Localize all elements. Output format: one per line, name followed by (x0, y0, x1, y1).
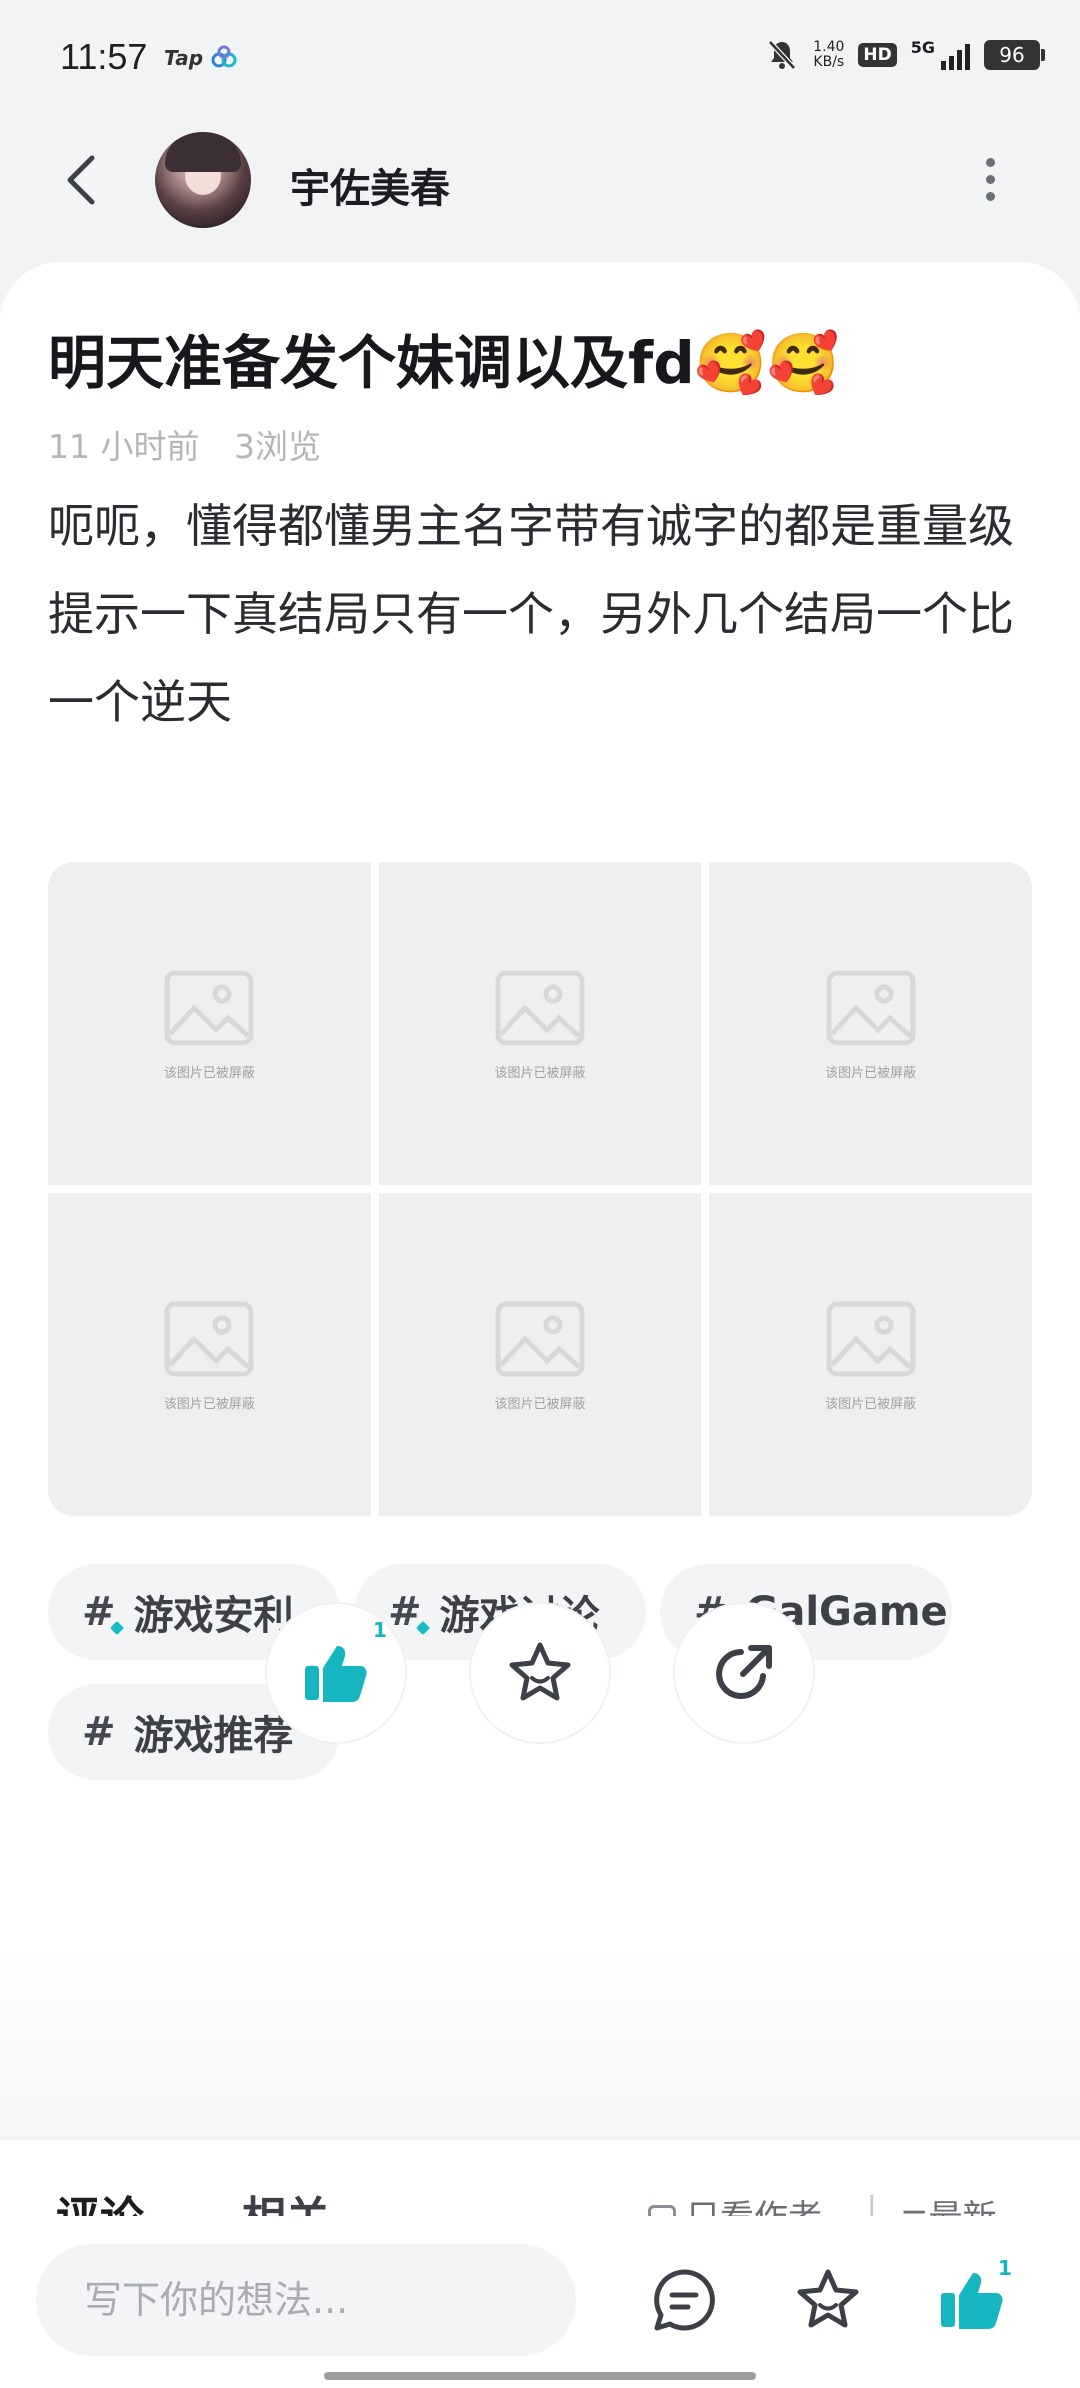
image-placeholder-icon (164, 970, 254, 1046)
bottom-like-button[interactable]: 1 (936, 2256, 1012, 2336)
like-button[interactable]: 1 (265, 1602, 407, 1744)
thumbs-up-icon (305, 1646, 367, 1702)
blocked-image[interactable]: 该图片已被屏蔽 (378, 862, 702, 1185)
post-time: 11 小时前 (48, 427, 200, 466)
bottom-bar: 写下你的想法... 1 (0, 2216, 1080, 2388)
image-placeholder-icon (826, 970, 916, 1046)
post-paragraph: 呃呃，懂得都懂男主名字带有诚字的都是重量级 (48, 499, 1014, 553)
status-bar: 11:57 Tap 1.40 KB/s HD 5G 96 (0, 0, 1080, 120)
like-count: 1 (373, 1618, 387, 1642)
tab-related[interactable]: 相关 (242, 2182, 330, 2220)
top-nav: 宇佐美春 (0, 120, 1080, 240)
blocked-image[interactable]: 该图片已被屏蔽 (48, 862, 371, 1185)
star-icon (509, 1642, 571, 1701)
tap-app-icon: Tap (164, 46, 204, 70)
blocked-label: 该图片已被屏蔽 (163, 1397, 255, 1412)
notification-app-icon (211, 45, 237, 68)
post-paragraph: 提示一下真结局只有一个，另外几个结局一个比一个逆天 (48, 587, 1014, 729)
share-button[interactable] (673, 1602, 815, 1744)
hd-badge: HD (858, 43, 897, 67)
image-placeholder-icon (164, 1301, 254, 1377)
blocked-image[interactable]: 该图片已被屏蔽 (709, 1193, 1032, 1516)
blocked-image[interactable]: 该图片已被屏蔽 (48, 1193, 371, 1516)
post-body: 呃呃，懂得都懂男主名字带有诚字的都是重量级 提示一下真结局只有一个，另外几个结局… (48, 482, 1038, 746)
back-arrow-icon[interactable] (62, 154, 102, 206)
blocked-image[interactable]: 该图片已被屏蔽 (378, 1193, 702, 1516)
post-actions: 1 (0, 1602, 1080, 1748)
blocked-label: 该图片已被屏蔽 (494, 1066, 586, 1081)
star-icon (797, 2269, 859, 2328)
blocked-label: 该图片已被屏蔽 (825, 1066, 917, 1081)
post-card: 明天准备发个妹调以及fd🥰🥰 11 小时前 3浏览 呃呃，懂得都懂男主名字带有诚… (0, 262, 1080, 2142)
image-grid: 该图片已被屏蔽 该图片已被屏蔽 该图片已被屏蔽 该图片已被屏蔽 该图片已被屏蔽 … (48, 862, 1032, 1516)
comment-tabs: 评论 相关 只看作者 | ≡最新 (0, 2140, 1080, 2220)
share-icon (716, 1645, 772, 1699)
comment-input[interactable]: 写下你的想法... (36, 2244, 576, 2356)
network-speed-unit: KB/s (813, 54, 845, 70)
comment-bubble-icon (654, 2269, 715, 2331)
tab-comments[interactable]: 评论 (56, 2182, 144, 2220)
bottom-favorite-button[interactable] (792, 2264, 864, 2336)
home-indicator[interactable] (324, 2372, 756, 2380)
more-options-icon[interactable] (975, 150, 1005, 210)
battery-icon: 96 (984, 40, 1045, 70)
mute-bell-icon (768, 40, 797, 70)
blocked-label: 该图片已被屏蔽 (163, 1066, 255, 1081)
image-placeholder-icon (495, 1301, 585, 1377)
post-views: 3浏览 (233, 427, 321, 466)
network-speed: 1.40 KB/s (813, 40, 844, 70)
network-type: 5G (910, 38, 935, 57)
blocked-image[interactable]: 该图片已被屏蔽 (709, 862, 1032, 1185)
blocked-label: 该图片已被屏蔽 (494, 1397, 586, 1412)
favorite-button[interactable] (469, 1602, 611, 1744)
network-speed-value: 1.40 (813, 39, 845, 55)
bottom-like-count: 1 (998, 2256, 1012, 2280)
blocked-label: 该图片已被屏蔽 (825, 1397, 917, 1412)
signal-icon (941, 40, 970, 70)
post-meta: 11 小时前 3浏览 (48, 420, 345, 468)
post-title: 明天准备发个妹调以及fd🥰🥰 (48, 329, 840, 397)
status-time: 11:57 (60, 36, 148, 77)
card-fade (0, 1950, 1080, 2140)
image-placeholder-icon (826, 1301, 916, 1377)
author-name[interactable]: 宇佐美春 (290, 156, 450, 214)
thumbs-up-icon (941, 2273, 1003, 2329)
image-placeholder-icon (495, 970, 585, 1046)
author-avatar[interactable] (155, 132, 251, 228)
comment-button[interactable] (648, 2264, 720, 2336)
